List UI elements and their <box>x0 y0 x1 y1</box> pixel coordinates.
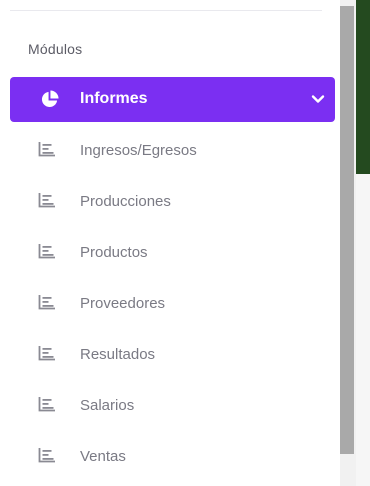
sidebar-item-label: Proveedores <box>80 295 166 312</box>
divider <box>10 10 322 11</box>
sidebar-item-informes[interactable]: Informes <box>10 77 335 122</box>
scrollbar-thumb[interactable] <box>340 6 354 454</box>
sidebar-item-resultados[interactable]: Resultados <box>0 333 340 384</box>
sidebar-item-label: Ventas <box>80 448 126 465</box>
submenu-list: Ingresos/Egresos Producciones Productos <box>0 129 340 486</box>
sidebar-item-label: Informes <box>80 90 148 107</box>
sidebar-item-proveedores[interactable]: Proveedores <box>0 282 340 333</box>
chart-bars-icon <box>38 193 55 208</box>
section-title: Módulos <box>28 41 83 57</box>
sidebar-item-ventas[interactable]: Ventas <box>0 435 340 486</box>
sidebar-item-label: Ingresos/Egresos <box>80 142 197 159</box>
sidebar-item-salarios[interactable]: Salarios <box>0 384 340 435</box>
sidebar-item-producciones[interactable]: Producciones <box>0 180 340 231</box>
sidebar: Módulos Informes Ingresos/Egresos Produc… <box>0 0 340 486</box>
chart-bars-icon <box>38 448 55 463</box>
green-panel-edge <box>356 0 370 174</box>
sidebar-item-label: Resultados <box>80 346 156 363</box>
chart-bars-icon <box>38 346 55 361</box>
chevron-down-icon[interactable] <box>311 92 325 106</box>
chart-bars-icon <box>38 397 55 412</box>
sidebar-item-label: Salarios <box>80 397 135 414</box>
chart-bars-icon <box>38 244 55 259</box>
sidebar-item-label: Producciones <box>80 193 171 210</box>
chart-bars-icon <box>38 142 55 157</box>
sidebar-item-label: Productos <box>80 244 148 261</box>
sidebar-item-productos[interactable]: Productos <box>0 231 340 282</box>
pie-chart-icon <box>41 90 59 108</box>
sidebar-item-ingresos-egresos[interactable]: Ingresos/Egresos <box>0 129 340 180</box>
chart-bars-icon <box>38 295 55 310</box>
